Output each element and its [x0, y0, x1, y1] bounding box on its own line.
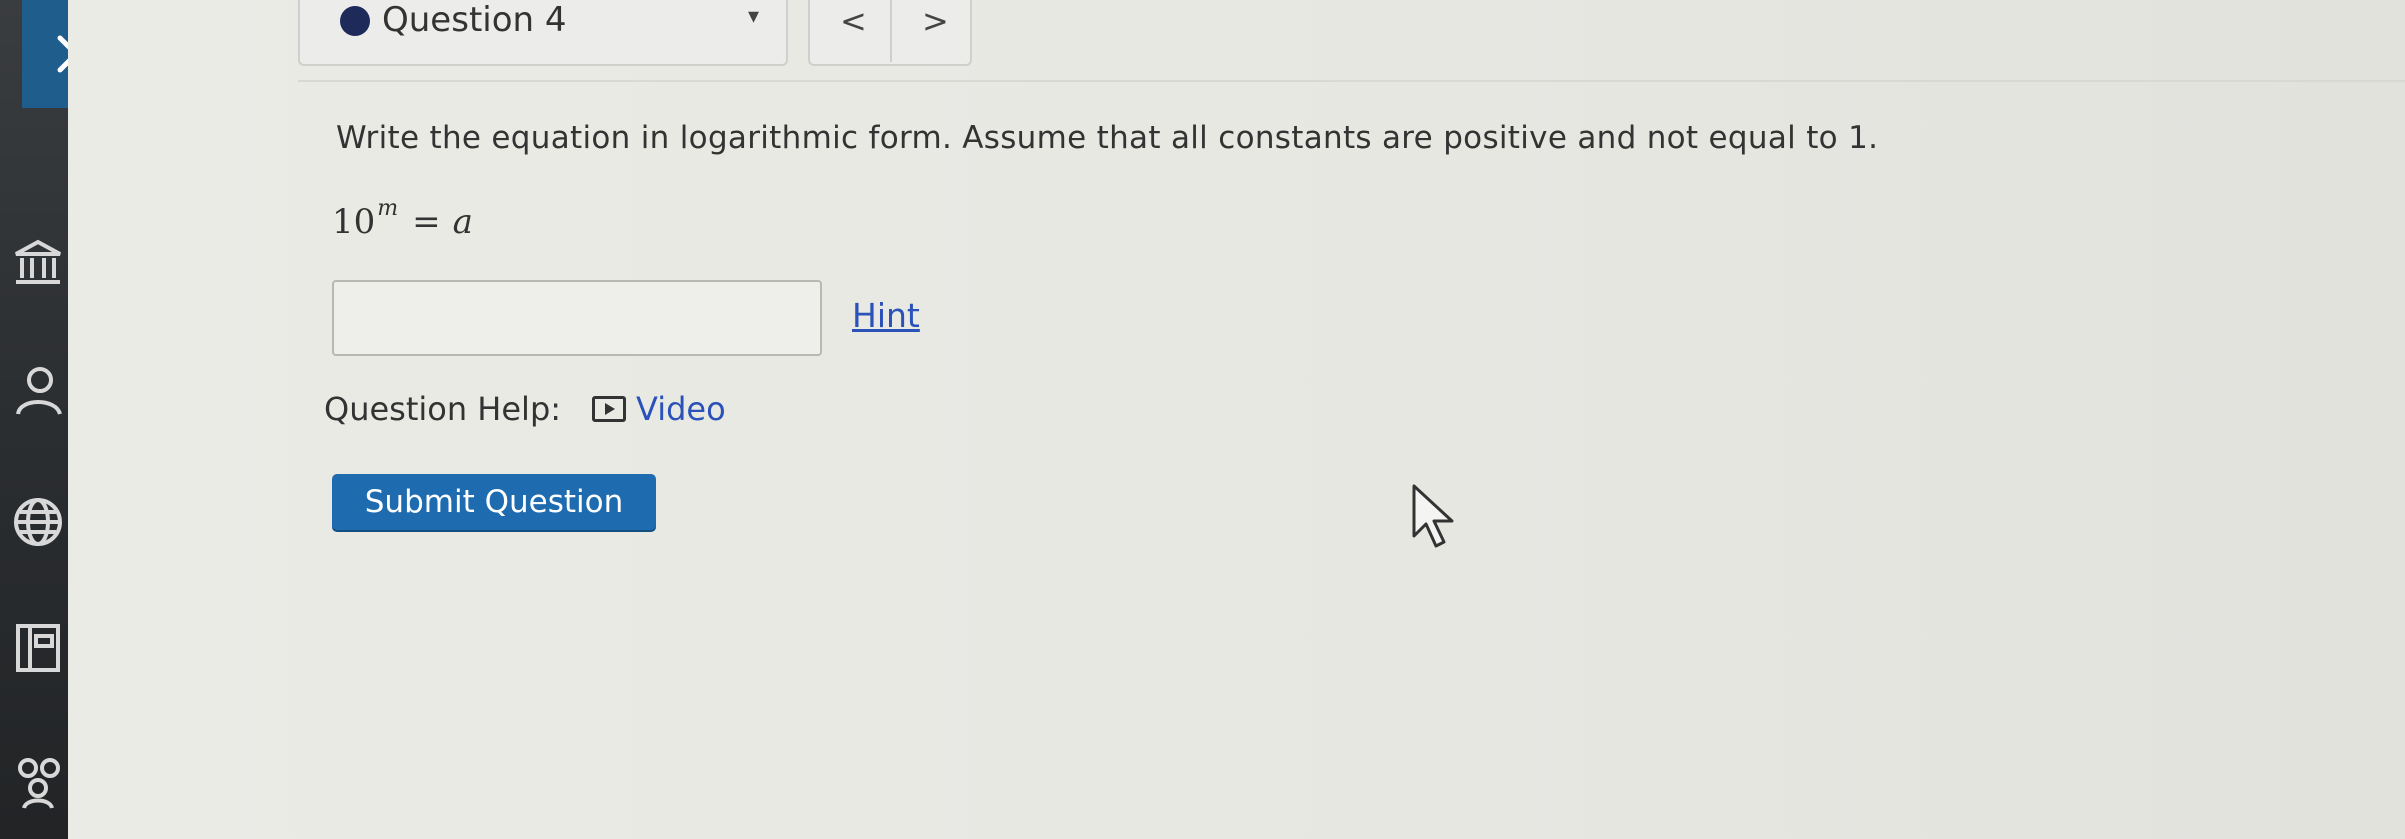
left-sidebar: [0, 0, 68, 839]
question-help-label: Question Help:: [324, 390, 562, 428]
question-prompt: Write the equation in logarithmic form. …: [336, 120, 1879, 156]
answer-input[interactable]: [332, 280, 822, 356]
equation: 10m = a: [332, 196, 473, 242]
mouse-cursor-icon: [1412, 484, 1454, 548]
hint-link[interactable]: Hint: [852, 296, 920, 335]
question-label: Question 4: [382, 0, 567, 40]
equation-exponent: m: [377, 196, 399, 221]
chevron-down-icon: ▾: [748, 4, 760, 29]
video-label: Video: [636, 390, 726, 428]
gradebook-icon[interactable]: [10, 620, 66, 676]
question-nav-buttons: < >: [808, 0, 972, 66]
equation-equals: =: [412, 202, 441, 242]
user-icon[interactable]: [10, 362, 66, 418]
submit-question-button[interactable]: Submit Question: [332, 474, 656, 530]
video-link[interactable]: Video: [592, 390, 726, 428]
equation-rhs: a: [452, 202, 473, 242]
globe-icon[interactable]: [10, 494, 66, 550]
main-content: Question 4 ▾ < > Write the equation in l…: [68, 0, 2405, 839]
divider: [298, 80, 2405, 82]
institution-icon[interactable]: [10, 234, 66, 290]
question-status-dot: [340, 6, 370, 36]
next-question-button[interactable]: >: [922, 2, 949, 40]
previous-question-button[interactable]: <: [840, 2, 867, 40]
people-icon[interactable]: [10, 754, 66, 810]
video-icon: [592, 396, 626, 422]
nav-divider: [890, 0, 892, 62]
question-selector[interactable]: Question 4 ▾: [298, 0, 788, 66]
equation-base: 10: [332, 202, 376, 242]
